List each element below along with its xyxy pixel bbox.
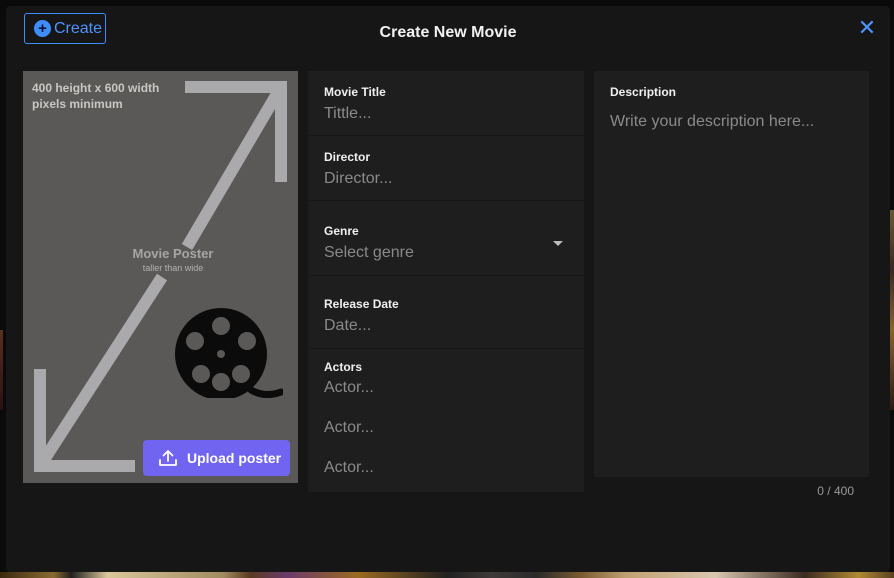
director-field[interactable]: Director Director... <box>308 136 584 201</box>
diagonal-arrows-icon <box>34 81 287 472</box>
movie-title-input[interactable]: Tittle... <box>324 105 371 123</box>
genre-field[interactable]: Genre Select genre <box>308 201 584 276</box>
close-icon[interactable]: ✕ <box>856 17 878 40</box>
actor-input-2[interactable]: Actor... <box>324 419 374 437</box>
poster-placeholder-subtitle: taller than wide <box>142 263 204 273</box>
actors-field: Actors Actor... Actor... Actor... <box>308 349 584 492</box>
film-reel-icon <box>175 308 283 398</box>
background-edge-right <box>890 210 894 410</box>
actor-input-1[interactable]: Actor... <box>324 379 374 397</box>
description-textarea[interactable]: Write your description here... <box>610 113 814 131</box>
poster-size-hint: 400 height x 600 width pixels minimum <box>32 81 160 111</box>
background-poster-strip <box>0 572 894 578</box>
genre-label: Genre <box>324 224 359 238</box>
poster-placeholder-title: Movie Poster <box>132 246 214 261</box>
modal-title: Create New Movie <box>379 24 517 41</box>
actor-input-3[interactable]: Actor... <box>324 459 374 477</box>
description-field[interactable]: Description Write your description here.… <box>594 71 869 477</box>
director-label: Director <box>324 150 371 164</box>
release-date-input[interactable]: Date... <box>324 317 371 335</box>
upload-poster-label: Upload poster <box>187 450 282 466</box>
create-movie-modal: + Create Create New Movie ✕ 400 height x… <box>6 6 890 572</box>
actors-label: Actors <box>324 360 363 374</box>
release-date-field[interactable]: Release Date Date... <box>308 276 584 349</box>
movie-title-field[interactable]: Movie Title Tittle... <box>308 71 584 136</box>
chevron-down-icon[interactable] <box>553 241 563 246</box>
movie-fields-panel: Movie Title Tittle... Director Director.… <box>308 71 584 492</box>
movie-title-label: Movie Title <box>324 85 386 99</box>
background-edge-left <box>0 330 3 410</box>
upload-icon <box>159 450 177 466</box>
genre-select[interactable]: Select genre <box>324 244 414 262</box>
director-input[interactable]: Director... <box>324 170 392 188</box>
description-label: Description <box>610 85 677 99</box>
release-date-label: Release Date <box>324 297 399 311</box>
upload-poster-button[interactable]: Upload poster <box>143 440 290 476</box>
poster-upload-area[interactable]: 400 height x 600 width pixels minimum Mo… <box>23 71 298 483</box>
description-char-counter: 0 / 400 <box>817 484 854 498</box>
